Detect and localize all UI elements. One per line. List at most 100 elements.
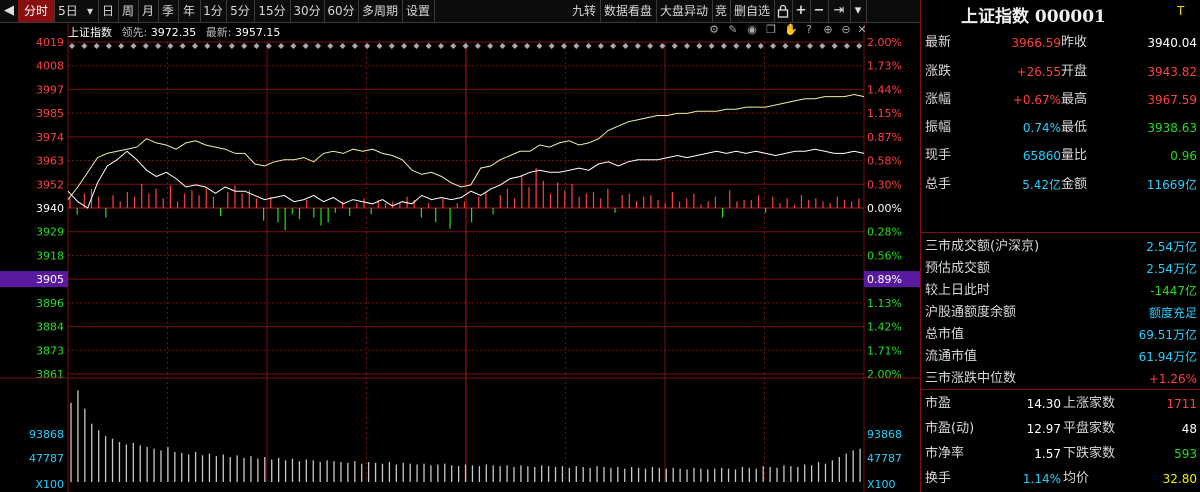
event-marker	[548, 43, 555, 49]
menu-down-icon[interactable]: ▾	[850, 0, 867, 22]
event-marker	[376, 43, 383, 49]
event-marker	[351, 43, 358, 49]
quote-label: 昨收	[1061, 35, 1088, 50]
y-tick-label-right: 1.73%	[867, 60, 902, 73]
event-marker	[105, 43, 112, 49]
settings-button[interactable]: 设置	[402, 0, 435, 22]
event-marker	[610, 43, 617, 49]
quote-row: 最新 3966.59 昨收 3940.04	[921, 32, 1200, 54]
stat-row: 总市值 69.51万亿	[921, 324, 1200, 346]
event-marker	[843, 43, 850, 49]
volume-tick-label: X100	[35, 478, 64, 491]
tab-day[interactable]: 日	[98, 0, 119, 22]
stat-label: 流通市值	[925, 349, 978, 364]
event-marker	[511, 43, 518, 49]
chart-title: 上证指数	[68, 26, 112, 39]
event-marker	[130, 43, 137, 49]
zoom-out-icon[interactable]: ⊖	[840, 24, 852, 36]
stat-row: 沪股通额度余额 额度充足	[921, 302, 1200, 324]
volume-tick-label-right: 47787	[867, 452, 902, 465]
event-marker	[819, 43, 826, 49]
intraday-chart[interactable]: 4019 2.00% 4008 1.73% 3997 1.44% 3985 1.15% 3974…	[0, 22, 920, 492]
y-tick-label-right: 2.00%	[867, 368, 902, 381]
event-marker	[228, 43, 235, 49]
tab-5day[interactable]: 5日	[54, 0, 82, 22]
auction-button[interactable]: 竞	[712, 0, 731, 22]
event-marker	[856, 43, 863, 49]
valuation-value: 12.97	[1026, 422, 1061, 436]
tab-60min[interactable]: 60分	[324, 0, 359, 22]
gear-icon[interactable]: ⚙	[708, 24, 720, 36]
event-marker	[327, 43, 334, 49]
help-icon[interactable]: ?	[803, 24, 815, 36]
tab-1min[interactable]: 1分	[200, 0, 227, 22]
eye-icon[interactable]: ◉	[746, 24, 758, 36]
lock-icon[interactable]	[774, 0, 793, 22]
event-marker	[573, 43, 580, 49]
stat-row: 较上日此时 -1447亿	[921, 280, 1200, 302]
chart-header: 上证指数 领先: 3972.35 最新: 3957.15	[68, 24, 280, 40]
stat-value: -1447亿	[1150, 284, 1197, 298]
copy-icon[interactable]: ❐	[765, 24, 777, 36]
remove-watchlist-button[interactable]: 删自选	[730, 0, 775, 22]
stat-value: +1.26%	[1148, 372, 1197, 386]
valuation-value: 1711	[1166, 397, 1197, 411]
chevron-down-icon[interactable]: ▾	[82, 0, 99, 22]
quote-value: 3966.59	[1011, 36, 1061, 50]
valuation-label: 换手	[925, 471, 952, 486]
chart-canvas[interactable]: 4019 2.00% 4008 1.73% 3997 1.44% 3985 1.15% 3974…	[0, 22, 920, 492]
quote-value: 3943.82	[1147, 65, 1197, 79]
jump-end-icon[interactable]: ⇥	[828, 0, 851, 22]
quote-row: 现手 65860 量比 0.96	[921, 145, 1200, 167]
event-marker	[315, 43, 321, 49]
event-marker	[622, 43, 629, 49]
tab-week[interactable]: 周	[118, 0, 139, 22]
event-marker	[450, 43, 457, 49]
quote-label: 现手	[925, 148, 952, 163]
plus-icon[interactable]: +	[792, 0, 811, 22]
tab-multi-period[interactable]: 多周期	[358, 0, 403, 22]
y-tick-label-right: 1.15%	[867, 107, 902, 120]
tab-quarter[interactable]: 季	[158, 0, 179, 22]
security-title: 上证指数 000001	[961, 7, 1106, 27]
y-tick-label-right: 1.71%	[867, 344, 902, 357]
tab-month[interactable]: 月	[138, 0, 159, 22]
event-marker	[831, 43, 838, 49]
prev-icon[interactable]: ◀	[0, 0, 19, 22]
quote-label: 振幅	[925, 120, 952, 135]
event-marker	[401, 43, 408, 49]
y-tick-label: 3905	[36, 273, 64, 286]
quote-value: 5.42亿	[1022, 178, 1061, 192]
valuation-label: 市盈(动)	[925, 421, 975, 436]
tab-15min[interactable]: 15分	[254, 0, 291, 22]
event-marker	[278, 43, 285, 49]
y-tick-label: 3873	[36, 344, 64, 357]
hand-icon[interactable]: ✋	[784, 24, 798, 36]
y-tick-label: 3985	[36, 107, 64, 120]
event-marker	[93, 43, 100, 49]
y-tick-label-right: 0.56%	[867, 249, 902, 262]
draw-icon[interactable]: ✎	[727, 24, 739, 36]
market-movement-button[interactable]: 大盘异动	[656, 0, 713, 22]
data-watch-button[interactable]: 数据看盘	[600, 0, 657, 22]
tab-30min[interactable]: 30分	[290, 0, 325, 22]
jiuzhuan-button[interactable]: 九转	[568, 0, 601, 22]
stat-value: 61.94万亿	[1138, 350, 1197, 364]
event-marker	[671, 43, 678, 49]
quote-label: 金额	[1061, 177, 1088, 192]
valuation-label: 市盈	[925, 396, 952, 411]
t-badge: T	[1177, 4, 1185, 18]
stat-label: 三市成交额(沪深京)	[925, 239, 1040, 254]
y-tick-label: 4019	[36, 36, 64, 49]
minus-icon[interactable]: −	[810, 0, 829, 22]
quote-panel: 上证指数 000001 T 最新 3966.59 昨收 3940.04 涨跌 +26.55…	[920, 0, 1200, 492]
event-marker	[462, 43, 469, 49]
close-icon[interactable]: ✕	[856, 24, 868, 36]
volume-tick-label: 47787	[29, 452, 64, 465]
y-tick-label: 3918	[36, 249, 64, 262]
zoom-in-icon[interactable]: ⊕	[822, 24, 834, 36]
event-marker	[302, 43, 309, 49]
tab-intraday[interactable]: 分时	[18, 0, 55, 22]
tab-year[interactable]: 年	[178, 0, 201, 22]
tab-5min[interactable]: 5分	[226, 0, 255, 22]
